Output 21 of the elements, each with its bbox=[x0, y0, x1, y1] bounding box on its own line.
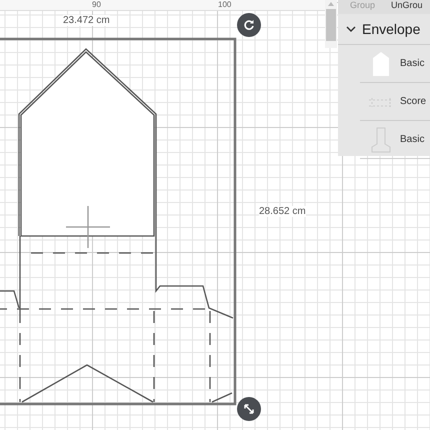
layer-action-button[interactable]: UnGrou bbox=[391, 0, 423, 14]
layer-group-name: Envelope bbox=[362, 21, 420, 37]
layer-name: Basic bbox=[400, 58, 424, 69]
layer-name: Basic bbox=[400, 134, 424, 145]
ruler-label: 100 bbox=[218, 0, 232, 9]
chevron-icon[interactable] bbox=[346, 26, 356, 32]
layer-item[interactable]: Score bbox=[360, 83, 430, 121]
resize-icon bbox=[243, 403, 255, 415]
layer-group-row[interactable]: Envelope bbox=[338, 14, 430, 45]
rotate-button[interactable] bbox=[237, 13, 261, 37]
layer-item[interactable]: Basic bbox=[360, 121, 430, 159]
scrollbar-thumb[interactable] bbox=[326, 9, 336, 41]
scrollbar[interactable] bbox=[325, 0, 337, 48]
ruler-label: 90 bbox=[92, 0, 101, 9]
width-dimension: 23.472 cm bbox=[63, 15, 110, 26]
layer-item[interactable]: Basic bbox=[360, 45, 430, 83]
rotate-icon bbox=[243, 19, 255, 31]
resize-button[interactable] bbox=[237, 397, 261, 421]
layer-name: Score bbox=[400, 96, 426, 107]
height-dimension: 28.652 cm bbox=[259, 206, 306, 217]
score-lines-icon bbox=[368, 96, 394, 108]
